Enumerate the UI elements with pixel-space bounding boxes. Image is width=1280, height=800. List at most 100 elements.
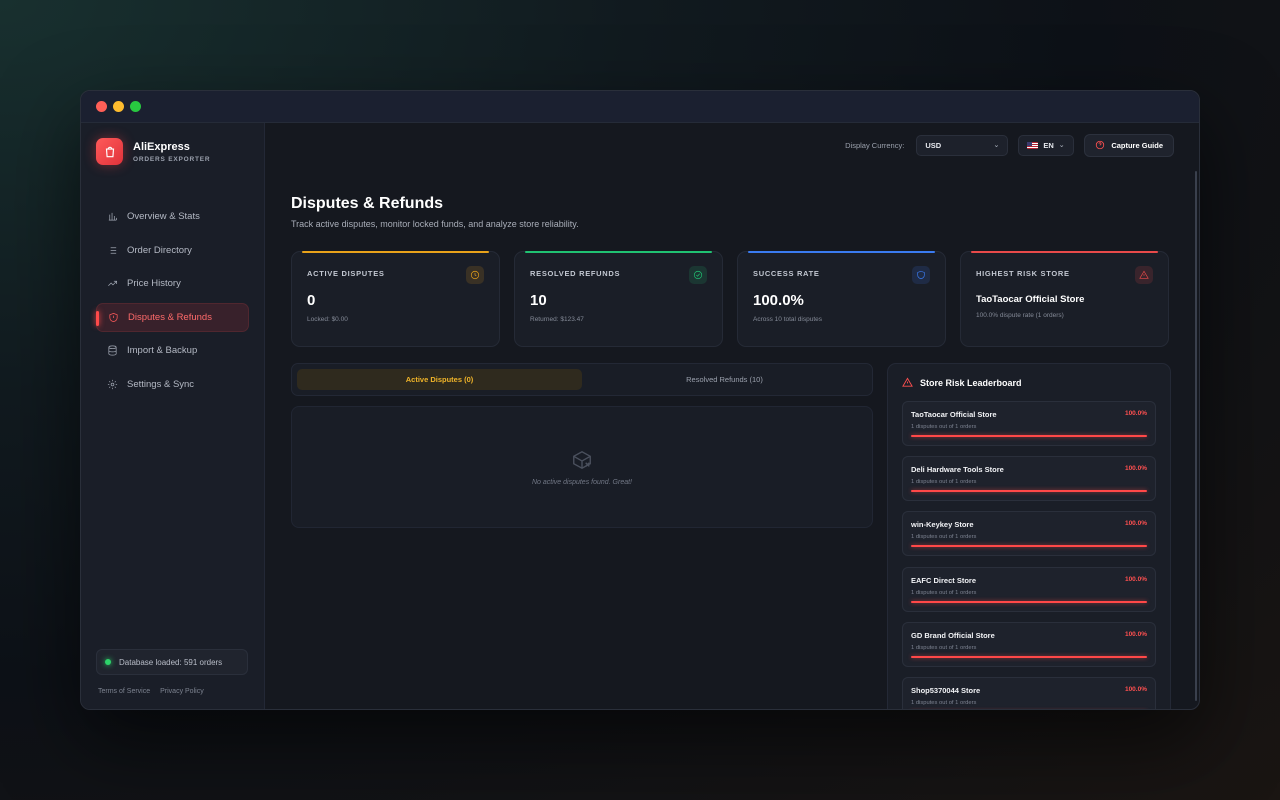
bar-chart-icon [108,212,117,221]
terms-link[interactable]: Terms of Service [98,688,150,695]
dispute-rate: 100.0% [1124,520,1147,528]
stat-card-active-disputes: ACTIVE DISPUTES 0 Locked: $0.00 [291,251,500,347]
capture-guide-button[interactable]: Capture Guide [1084,133,1174,157]
leaderboard-item[interactable]: win-Keykey Store 100.0% 1 disputes out of … [902,511,1156,557]
minimize-window-button[interactable] [113,101,124,112]
main-content: Display Currency: USD ⌄ EN ⌄ Capture Gui… [265,123,1199,709]
stats-row: ACTIVE DISPUTES 0 Locked: $0.00 RESOLVED… [291,251,1169,347]
tab-active-disputes[interactable]: Active Disputes (0) [297,369,582,390]
sidebar-item-label: Import & Backup [127,345,198,357]
sidebar-item-overview[interactable]: Overview & Stats [96,202,249,231]
close-window-button[interactable] [96,101,107,112]
help-circle-icon [1096,140,1105,150]
risk-bar-fill [911,490,1147,493]
leaderboard-item[interactable]: Deli Hardware Tools Store 100.0% 1 dispute… [902,456,1156,502]
sidebar-item-settings[interactable]: Settings & Sync [96,370,249,399]
stat-card-resolved-refunds: RESOLVED REFUNDS 10 Returned: $123.47 [514,251,723,347]
tab-resolved-refunds[interactable]: Resolved Refunds (10) [582,369,867,390]
store-name: win-Keykey Store [911,520,974,530]
chevron-down-icon: ⌄ [1058,142,1065,149]
sidebar-item-label: Overview & Stats [127,211,200,222]
maximize-window-button[interactable] [130,101,141,112]
gear-icon [107,379,118,390]
us-flag-icon [1027,141,1039,149]
dispute-count: 1 disputes out of 1 orders [911,424,977,430]
risk-bar-fill [911,545,1147,548]
capture-guide-label: Capture Guide [1111,140,1163,150]
leaderboard-row: Deli Hardware Tools Store 100.0% [911,465,1147,474]
store-name: GD Brand Official Store [911,630,995,640]
store-name: Deli Hardware Tools Store [911,465,1004,475]
scrollbar[interactable] [1195,171,1197,701]
warning-triangle-icon [1135,266,1153,284]
leaderboard-row: TaoTaocar Official Store 100.0% [911,410,1147,419]
stat-card-success-rate: SUCCESS RATE 100.0% Across 10 total disp… [737,251,946,347]
list-icon [108,246,117,254]
currency-label: Display Currency: [845,140,905,150]
sidebar-item-label: Settings & Sync [127,378,195,390]
language-select[interactable]: EN ⌄ [1018,134,1075,156]
stat-label: RESOLVED REFUNDS [530,269,621,278]
sidebar-item-label: Order Directory [127,244,192,256]
empty-state-message: No active disputes found. Great! [532,478,632,486]
store-name: TaoTaocar Official Store [911,410,997,419]
sidebar: AliExpress ORDERS EXPORTER Overview & St… [81,123,265,709]
sidebar-item-label: Disputes & Refunds [128,311,212,323]
clock-icon [466,266,484,284]
dispute-count: 1 disputes out of 1 orders [911,534,977,541]
brand-subtitle: ORDERS EXPORTER [133,155,211,163]
top-bar: Display Currency: USD ⌄ EN ⌄ Capture Gui… [265,123,1199,167]
privacy-link[interactable]: Privacy Policy [160,688,204,695]
risk-bar [911,490,1147,493]
database-icon [108,345,117,356]
stat-value: 100.0% [753,292,804,309]
trend-icon [108,281,117,287]
leaderboard-item[interactable]: EAFC Direct Store 100.0% 1 disputes out of… [902,566,1156,612]
sidebar-item-price-history[interactable]: Price History [96,269,249,298]
sidebar-item-label: Price History [127,278,181,290]
empty-state-panel: No active disputes found. Great! [291,406,873,528]
sidebar-item-import-backup[interactable]: Import & Backup [96,336,249,365]
warning-triangle-icon [902,377,913,387]
dispute-rate: 100.0% [1124,685,1147,693]
risk-bar [911,545,1147,548]
sidebar-item-disputes[interactable]: Disputes & Refunds [96,302,249,332]
page-title: Disputes & Refunds [291,195,444,212]
stat-note: 100.0% dispute rate (1 orders) [976,312,1064,319]
leaderboard-item[interactable]: TaoTaocar Official Store 100.0% 1 disputes… [902,401,1156,446]
risk-bar [911,655,1147,658]
database-status-text: Database loaded: 591 orders [119,657,223,667]
language-value: EN [1043,140,1054,150]
leaderboard-item[interactable]: Shop5370044 Store 100.0% 1 disputes out of… [902,676,1156,709]
stat-label: HIGHEST RISK STORE [976,269,1070,278]
leaderboard-item[interactable]: GD Brand Official Store 100.0% 1 disputes … [902,621,1156,667]
leaderboard-row: GD Brand Official Store 100.0% [911,631,1147,640]
dispute-count: 1 disputes out of 1 orders [911,644,977,651]
stat-label: ACTIVE DISPUTES [307,269,385,278]
leaderboard-title: Store Risk Leaderboard [920,377,1022,388]
store-name: Shop5370044 Store [911,685,981,695]
check-circle-icon [689,266,707,284]
dispute-count: 1 disputes out of 1 orders [911,479,977,486]
currency-select[interactable]: USD ⌄ [916,134,1009,156]
leaderboard-row: Shop5370044 Store 100.0% [911,686,1147,695]
stat-card-highest-risk-store: HIGHEST RISK STORE TaoTaocar Official St… [960,251,1169,347]
database-status: Database loaded: 591 orders [96,649,248,675]
risk-bar-fill [911,600,1147,603]
risk-bar-fill [911,435,1147,437]
chevron-down-icon: ⌄ [993,142,1000,149]
store-name: EAFC Direct Store [911,575,977,585]
stat-note: Across 10 total disputes [753,316,823,323]
leaderboard-list: TaoTaocar Official Store 100.0% 1 disputes… [888,401,1170,709]
stat-value: 0 [307,292,316,309]
shopping-bag-icon [96,138,123,165]
dispute-count: 1 disputes out of 1 orders [911,699,977,706]
app-window: AliExpress ORDERS EXPORTER Overview & St… [80,90,1200,710]
dispute-tabs: Active Disputes (0) Resolved Refunds (10… [291,363,873,396]
sidebar-nav: Overview & Stats Order Directory Price H… [81,202,264,399]
stat-value: TaoTaocar Official Store [976,294,1085,305]
sidebar-item-order-directory[interactable]: Order Directory [96,236,249,265]
footer-links: Terms of Service Privacy Policy [98,688,204,695]
stat-note: Returned: $123.47 [530,316,584,323]
risk-bar [911,435,1147,437]
